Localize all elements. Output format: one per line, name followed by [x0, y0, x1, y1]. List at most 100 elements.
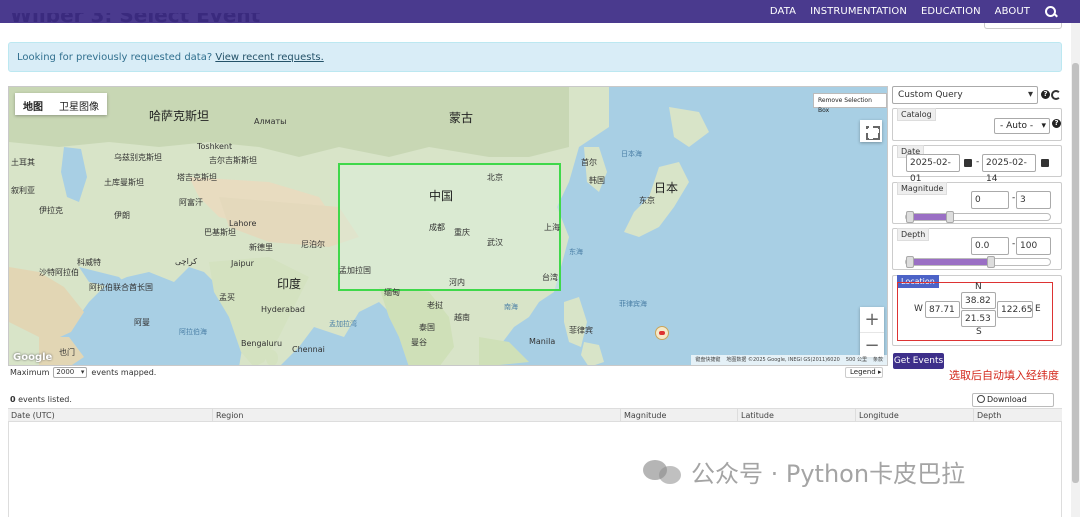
date-end-input[interactable]: 2025-02-14 [982, 154, 1036, 184]
map-type-control: 地图 卫星图像 [15, 93, 107, 115]
search-icon[interactable] [1044, 5, 1058, 19]
map-label-chennai: Chennai [292, 345, 325, 354]
nav-education[interactable]: EDUCATION [921, 6, 981, 17]
google-logo: Google [13, 352, 53, 363]
north-input[interactable]: 38.82 [961, 292, 996, 309]
magnitude-min-input[interactable]: 0 [971, 191, 1009, 209]
map-label-iraq: 伊拉克 [39, 206, 63, 215]
page-scrollbar[interactable] [1071, 23, 1080, 517]
col-longitude[interactable]: Longitude [856, 409, 974, 422]
map-label-kuwait: 科威特 [77, 258, 101, 267]
depth-label: Depth [897, 228, 930, 241]
scrollbar-thumb[interactable] [1072, 63, 1079, 483]
east-input[interactable]: 122.65 [997, 301, 1033, 318]
map-label-china: 中国 [429, 189, 454, 203]
map-label-hanoi: 河内 [449, 278, 465, 287]
nav-instrumentation[interactable]: INSTRUMENTATION [810, 6, 907, 17]
event-map[interactable]: 中国 蒙古 哈萨克斯坦 印度 巴基斯坦 阿富汗 伊朗 伊拉克 沙特阿拉伯 日本 … [8, 86, 888, 366]
map-label-kazakhstan: 哈萨克斯坦 [149, 109, 210, 123]
max-events-prefix: Maximum [10, 368, 50, 377]
magnitude-dash: - [1012, 193, 1016, 203]
info-banner: Looking for previously requested data? V… [8, 42, 1062, 72]
map-label-jaipur: Jaipur [231, 259, 254, 268]
location-west-label: W [914, 304, 923, 314]
map-label-korea: 韩国 [589, 176, 605, 185]
col-latitude[interactable]: Latitude [738, 409, 856, 422]
magnitude-fieldset: Magnitude 0 - 3 [892, 182, 1062, 224]
map-label-bangkok: 曼谷 [411, 338, 427, 347]
watermark: 公众号 · Python卡皮巴拉 [643, 454, 965, 489]
download-icon [977, 395, 985, 403]
nav-data[interactable]: DATA [770, 6, 796, 17]
banner-text: Looking for previously requested data? [17, 52, 216, 63]
map-label-thailand: 泰国 [419, 323, 435, 332]
depth-slider-min-handle[interactable] [906, 256, 914, 268]
depth-slider[interactable] [905, 256, 1051, 268]
map-label-bay-of-bengal: 孟加拉湾 [329, 320, 357, 328]
legend-button[interactable]: Legend ▸ [845, 367, 883, 378]
col-depth[interactable]: Depth [974, 409, 1060, 422]
magnitude-slider[interactable] [905, 211, 1051, 223]
west-input[interactable]: 87.71 [925, 301, 960, 318]
custom-query-select[interactable]: Custom Query [892, 86, 1038, 104]
max-events-select[interactable]: 2000 [53, 367, 88, 378]
map-label-wuhan: 武汉 [487, 238, 503, 247]
query-help-icon[interactable]: ? [1041, 90, 1050, 99]
top-right-button[interactable] [984, 23, 1062, 29]
depth-max-input[interactable]: 100 [1016, 237, 1051, 255]
magnitude-max-input[interactable]: 3 [1016, 191, 1051, 209]
remove-selection-button[interactable]: Remove Selection Box [813, 93, 887, 114]
map-label-lahore: Lahore [229, 219, 257, 228]
catalog-help-icon[interactable]: ? [1052, 119, 1061, 128]
south-input[interactable]: 21.53 [961, 310, 996, 327]
annotation-note: 选取后自动填入经纬度 [949, 369, 1059, 382]
zoom-in-button[interactable]: + [860, 307, 884, 332]
zoom-out-button[interactable]: − [860, 332, 884, 357]
map-label-delhi: 新德里 [249, 243, 273, 252]
map-type-satellite[interactable]: 卫星图像 [51, 93, 107, 115]
col-region[interactable]: Region [213, 409, 621, 422]
map-label-tokyo: 东京 [639, 196, 655, 205]
col-magnitude[interactable]: Magnitude [621, 409, 738, 422]
depth-dash: - [1012, 239, 1016, 249]
nav-about[interactable]: ABOUT [995, 6, 1030, 17]
map-label-tashkent: Toshkent [197, 142, 233, 151]
magnitude-slider-max-handle[interactable] [946, 211, 954, 223]
depth-slider-max-handle[interactable] [987, 256, 995, 268]
date-start-input[interactable]: 2025-02-01 [906, 154, 960, 184]
selection-box[interactable] [338, 163, 561, 291]
date-start-calendar-icon[interactable] [964, 159, 972, 167]
map-label-kyrgyzstan: 吉尔吉斯斯坦 [209, 156, 257, 165]
magnitude-slider-min-handle[interactable] [906, 211, 914, 223]
fullscreen-icon[interactable] [860, 120, 882, 142]
location-east-label: E [1035, 304, 1041, 314]
refresh-icon[interactable] [1051, 90, 1061, 100]
map-label-taiwan: 台湾 [542, 273, 558, 282]
map-label-myanmar: 缅甸 [384, 288, 400, 297]
date-end-calendar-icon[interactable] [1041, 159, 1049, 167]
map-label-almaty: Алматы [254, 117, 287, 126]
get-events-button[interactable]: Get Events [893, 353, 944, 369]
map-label-bangalore: Bengaluru [241, 339, 283, 348]
map-label-mumbai: 孟买 [219, 293, 235, 302]
watermark-text: 公众号 · Python卡皮巴拉 [691, 460, 966, 488]
attrib-scale: 500 公里 [845, 357, 867, 363]
attrib-terms[interactable]: 条款 [873, 355, 883, 365]
depth-min-input[interactable]: 0.0 [971, 237, 1009, 255]
map-label-oman: 阿曼 [134, 318, 150, 327]
location-north-label: N [975, 282, 982, 292]
map-label-pakistan: 巴基斯坦 [204, 228, 236, 237]
event-marker-icon[interactable] [655, 326, 669, 340]
map-label-hyderabad: Hyderabad [261, 305, 305, 314]
map-label-shanghai: 上海 [544, 223, 560, 232]
map-label-sea-of-japan: 日本海 [621, 150, 642, 158]
date-fieldset: Date 2025-02-01 - 2025-02-14 [892, 145, 1062, 184]
map-label-turkmenistan: 土库曼斯坦 [104, 178, 144, 187]
map-type-roadmap[interactable]: 地图 [15, 93, 51, 115]
recent-requests-link[interactable]: View recent requests. [215, 52, 323, 63]
download-events-button[interactable]: Download events [972, 393, 1054, 416]
catalog-select[interactable]: - Auto - [994, 118, 1050, 134]
col-date[interactable]: Date (UTC) [8, 409, 213, 422]
attrib-shortcuts[interactable]: 键盘快捷键 [695, 355, 720, 365]
map-label-karachi: كراچی [175, 257, 198, 266]
